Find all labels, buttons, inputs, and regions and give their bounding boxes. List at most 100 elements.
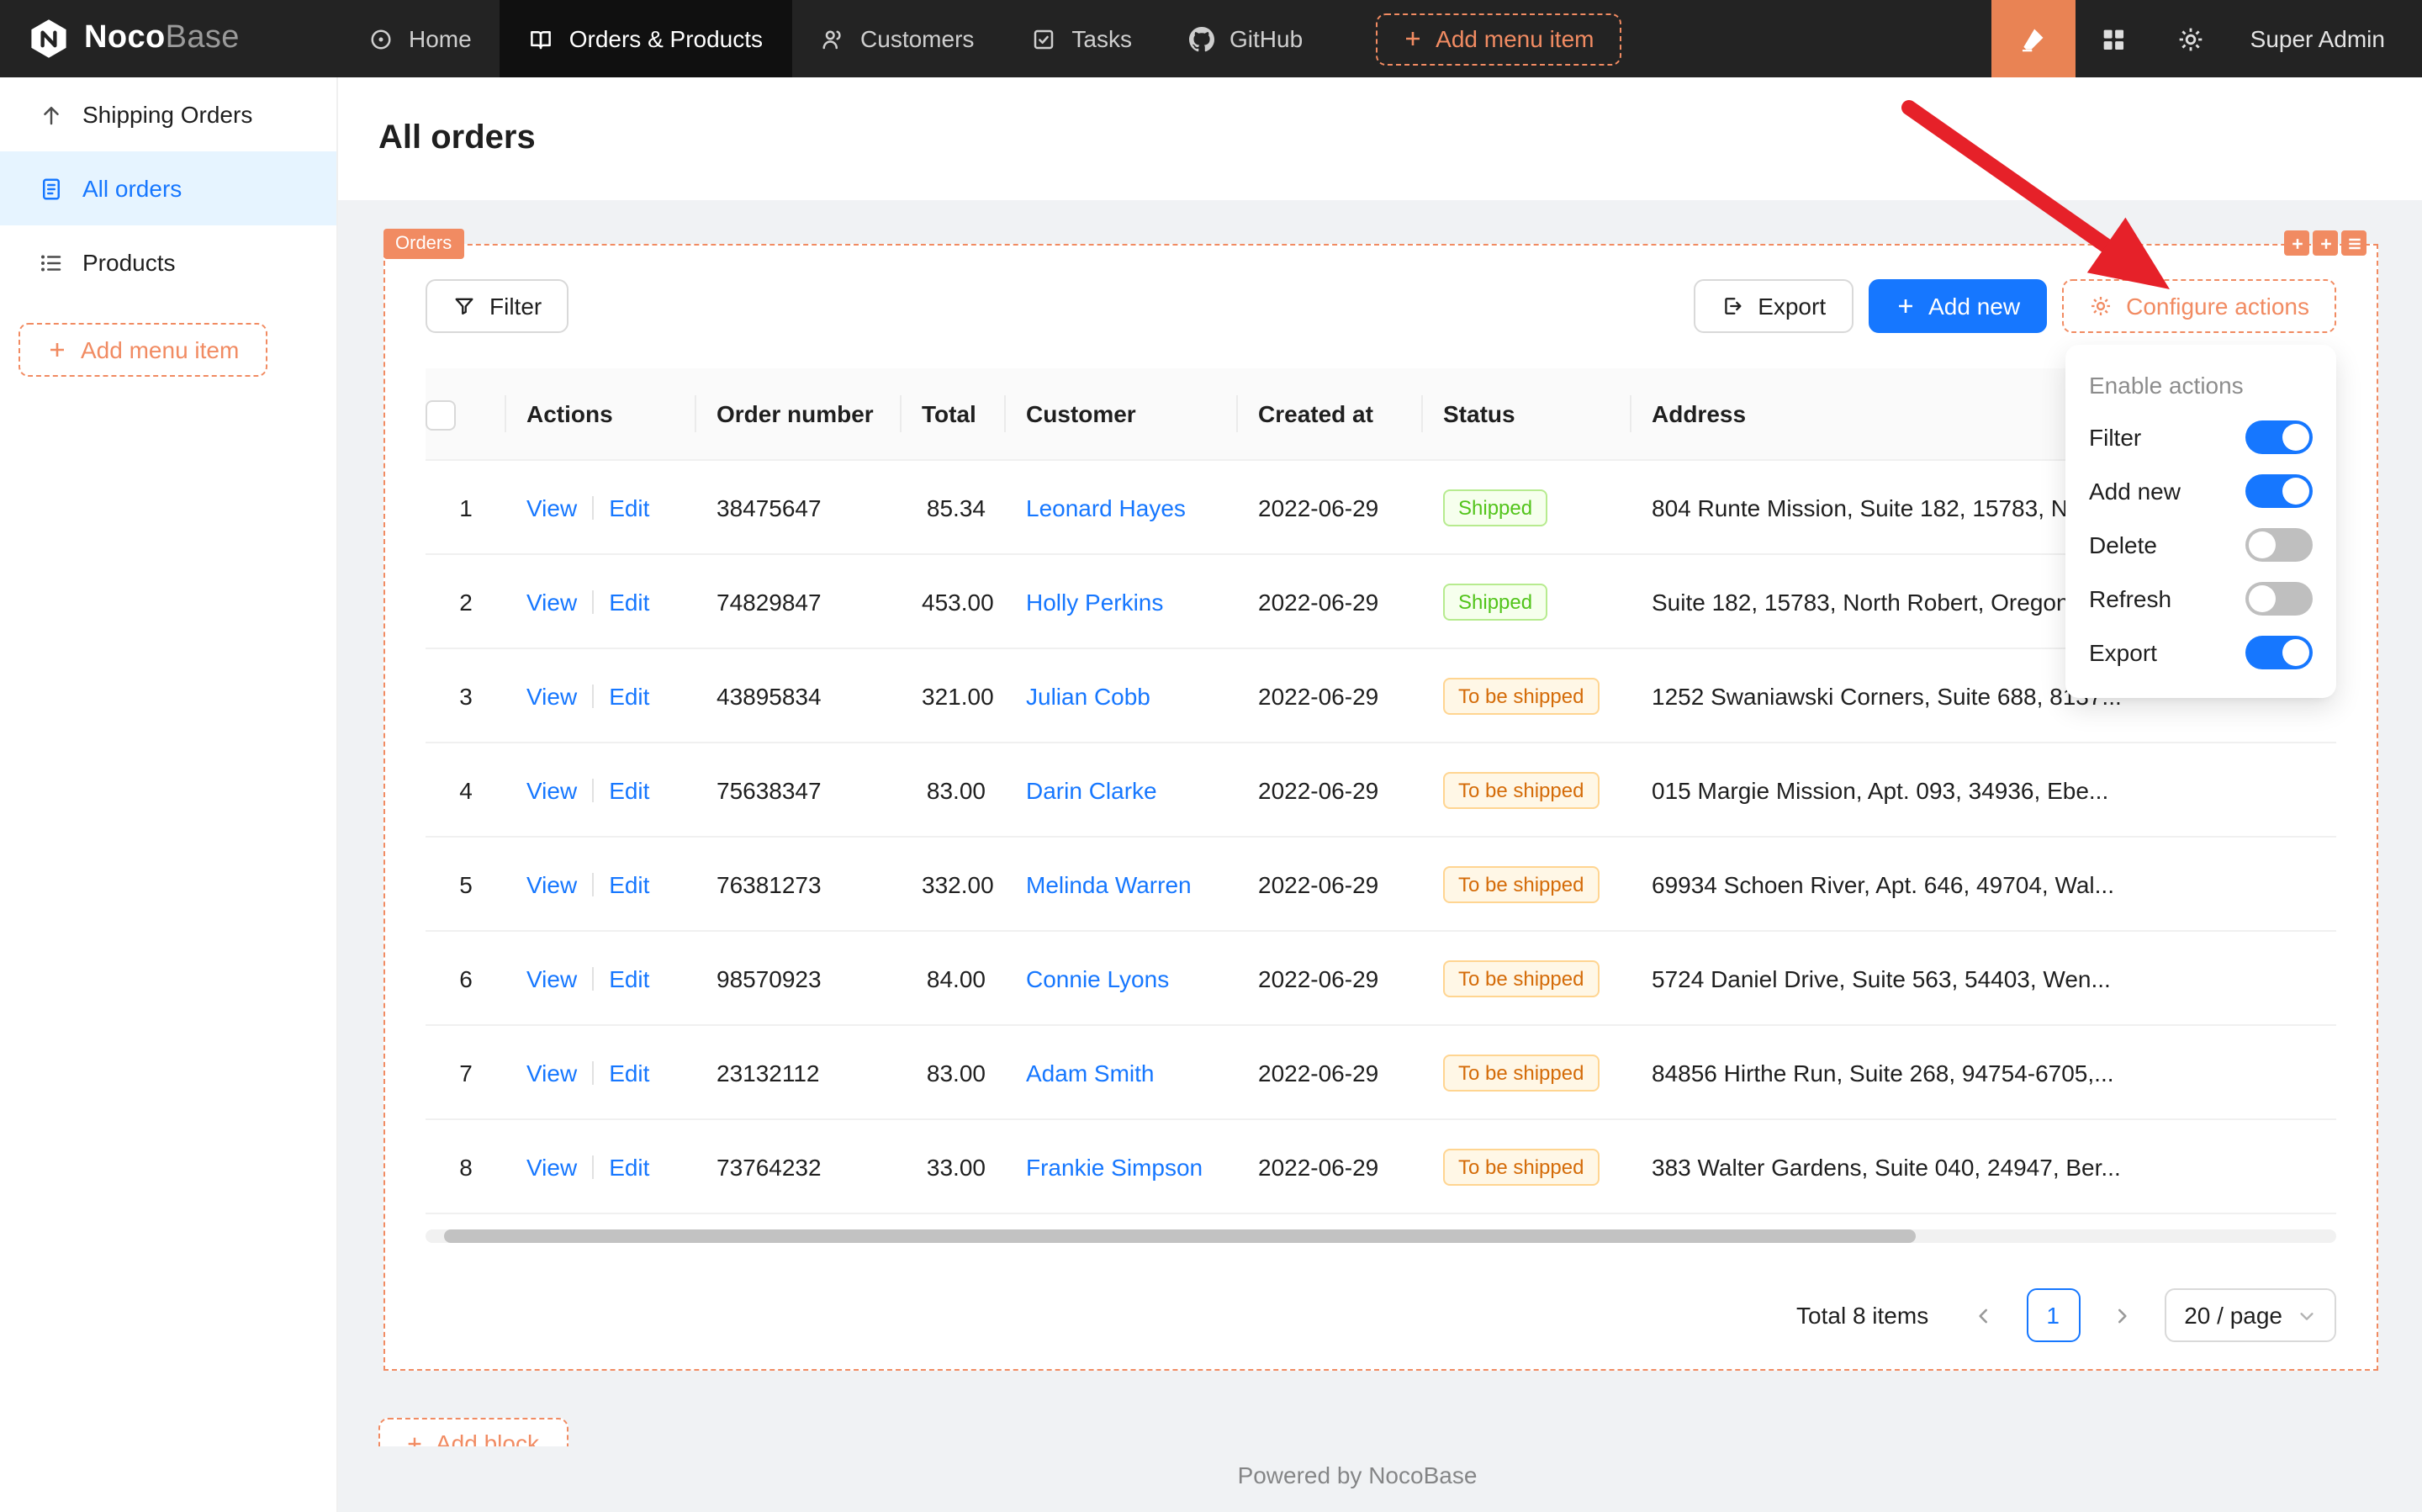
edit-link[interactable]: Edit	[609, 494, 649, 521]
sidebar-item-label: All orders	[82, 175, 182, 202]
customer-link[interactable]: Frankie Simpson	[1026, 1153, 1203, 1180]
enable-action-item-add-new[interactable]: Add new	[2089, 464, 2313, 518]
row-index-cell: 8	[426, 1119, 506, 1213]
status-cell: To be shipped	[1423, 743, 1631, 837]
view-link[interactable]: View	[526, 965, 577, 991]
add-block-button[interactable]: Add block	[378, 1418, 568, 1446]
filter-button-label: Filter	[489, 293, 542, 320]
view-link[interactable]: View	[526, 494, 577, 521]
orders-table-block: Orders Filter Export	[383, 244, 2378, 1371]
nav-item-orders-products[interactable]: Orders & Products	[500, 0, 791, 77]
refresh-toggle[interactable]	[2245, 582, 2313, 616]
table-header-row: ActionsOrder numberTotalCustomerCreated …	[426, 368, 2336, 460]
select-all-checkbox[interactable]	[426, 401, 456, 431]
view-link[interactable]: View	[526, 776, 577, 803]
view-link[interactable]: View	[526, 1153, 577, 1180]
sidebar-item-label: Products	[82, 249, 176, 276]
sidebar-item-shipping-orders[interactable]: Shipping Orders	[0, 77, 336, 151]
block-designer-tag: Orders	[383, 229, 463, 259]
column-header-total: Total	[902, 368, 1006, 460]
page-size-select[interactable]: 20 / page	[2164, 1288, 2336, 1342]
export-button-label: Export	[1758, 293, 1826, 320]
add-new-toggle[interactable]	[2245, 474, 2313, 508]
sidebar-item-products[interactable]: Products	[0, 225, 336, 299]
add-new-button[interactable]: Add new	[1868, 279, 2047, 333]
customer-cell: Frankie Simpson	[1006, 1119, 1238, 1213]
sidebar-item-all-orders[interactable]: All orders	[0, 151, 336, 225]
delete-toggle[interactable]	[2245, 528, 2313, 562]
gear-icon	[2177, 24, 2206, 53]
total-cell: 83.00	[902, 743, 1006, 837]
created-at-cell: 2022-06-29	[1238, 837, 1423, 931]
nav-item-github[interactable]: GitHub	[1161, 0, 1331, 77]
customer-link[interactable]: Darin Clarke	[1026, 776, 1157, 803]
read-icon	[529, 26, 554, 51]
pagination-total: Total 8 items	[1796, 1302, 1928, 1329]
nav-item-label: Customers	[860, 25, 974, 52]
add-new-button-label: Add new	[1928, 293, 2020, 320]
edit-link[interactable]: Edit	[609, 1153, 649, 1180]
list-icon	[39, 250, 64, 275]
settings-gear-button[interactable]	[2153, 0, 2230, 77]
table-toolbar: Filter Export Add new Configure actions	[426, 279, 2336, 333]
add-action-button[interactable]	[2313, 230, 2338, 256]
edit-link[interactable]: Edit	[609, 682, 649, 709]
nav-item-home[interactable]: Home	[340, 0, 500, 77]
customer-link[interactable]: Melinda Warren	[1026, 870, 1192, 897]
edit-link[interactable]: Edit	[609, 1059, 649, 1086]
nav-item-customers[interactable]: Customers	[791, 0, 1002, 77]
enable-action-item-export[interactable]: Export	[2089, 626, 2313, 679]
view-link[interactable]: View	[526, 1059, 577, 1086]
customer-link[interactable]: Holly Perkins	[1026, 588, 1163, 615]
configure-actions-button[interactable]: Configure actions	[2062, 279, 2336, 333]
top-navbar: NocoBase Home Orders & Products Customers T…	[0, 0, 2422, 77]
nocobase-logo[interactable]: NocoBase	[0, 0, 340, 77]
horizontal-scrollbar-thumb[interactable]	[445, 1229, 1916, 1243]
plugin-grid-button[interactable]	[2076, 0, 2153, 77]
page-size-value: 20 / page	[2184, 1302, 2282, 1329]
customer-link[interactable]: Leonard Hayes	[1026, 494, 1186, 521]
table-row: 2ViewEdit74829847453.00Holly Perkins2022…	[426, 554, 2336, 648]
row-actions-cell: View Edit	[506, 554, 696, 648]
block-menu-button[interactable]	[2341, 230, 2366, 256]
enable-action-item-delete[interactable]: Delete	[2089, 518, 2313, 572]
toggle-knob	[2282, 639, 2309, 666]
edit-link[interactable]: Edit	[609, 870, 649, 897]
filter-toggle[interactable]	[2245, 420, 2313, 454]
status-cell: To be shipped	[1423, 1025, 1631, 1119]
view-link[interactable]: View	[526, 588, 577, 615]
export-toggle[interactable]	[2245, 636, 2313, 669]
action-divider	[592, 966, 594, 990]
row-actions-cell: View Edit	[506, 1119, 696, 1213]
user-menu[interactable]: Super Admin	[2230, 0, 2422, 77]
enable-action-item-filter[interactable]: Filter	[2089, 410, 2313, 464]
edit-link[interactable]: Edit	[609, 588, 649, 615]
status-cell: To be shipped	[1423, 1119, 1631, 1213]
filter-button[interactable]: Filter	[426, 279, 568, 333]
nav-item-tasks[interactable]: Tasks	[1002, 0, 1161, 77]
view-link[interactable]: View	[526, 870, 577, 897]
customer-link[interactable]: Julian Cobb	[1026, 682, 1150, 709]
enable-actions-list: FilterAdd newDeleteRefreshExport	[2089, 410, 2313, 679]
customer-cell: Melinda Warren	[1006, 837, 1238, 931]
created-at-cell: 2022-06-29	[1238, 931, 1423, 1025]
edit-link[interactable]: Edit	[609, 776, 649, 803]
pagination-next-button[interactable]	[2095, 1288, 2149, 1342]
enable-action-item-refresh[interactable]: Refresh	[2089, 572, 2313, 626]
nav-item-label: Orders & Products	[569, 25, 763, 52]
pagination-page-1[interactable]: 1	[2026, 1288, 2080, 1342]
view-link[interactable]: View	[526, 682, 577, 709]
edit-link[interactable]: Edit	[609, 965, 649, 991]
customer-link[interactable]: Adam Smith	[1026, 1059, 1155, 1086]
customer-link[interactable]: Connie Lyons	[1026, 965, 1169, 991]
row-index-cell: 1	[426, 460, 506, 554]
nav-add-menu-item-button[interactable]: Add menu item	[1375, 13, 1621, 65]
filter-icon	[452, 294, 476, 318]
nav-menu: Home Orders & Products Customers TasksGitHu…	[340, 0, 1331, 77]
ui-editor-button[interactable]	[1991, 0, 2076, 77]
sidebar-add-menu-item-button[interactable]: Add menu item	[19, 323, 267, 377]
export-button[interactable]: Export	[1694, 279, 1853, 333]
pagination-prev-button[interactable]	[1957, 1288, 2011, 1342]
add-column-button[interactable]	[2284, 230, 2309, 256]
navbar-right-controls: Super Admin	[1991, 0, 2422, 77]
